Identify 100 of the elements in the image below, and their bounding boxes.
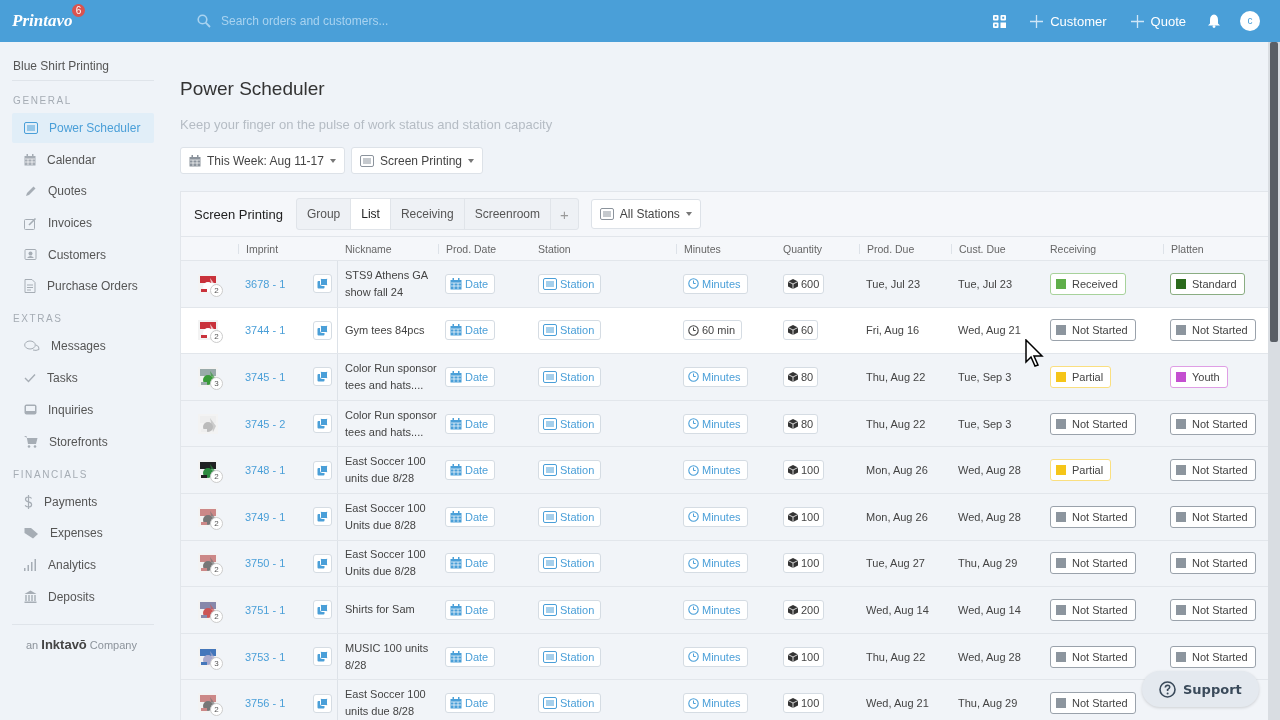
box-icon	[788, 278, 798, 289]
platten-status-button[interactable]: Not Started	[1170, 505, 1256, 528]
quantity-button[interactable]: 100	[783, 553, 825, 574]
bank-icon	[24, 590, 37, 604]
platten-status-button[interactable]: Not Started	[1170, 412, 1256, 435]
platten-status-button[interactable]: Not Started	[1170, 598, 1256, 621]
sidebar-item[interactable]: Payments	[12, 486, 154, 517]
copy-button[interactable]	[313, 647, 332, 667]
calendar-icon	[450, 417, 462, 430]
filter-dropdown[interactable]: Screen Printing	[350, 147, 483, 174]
nickname-text: Shirts for Sam	[345, 602, 416, 618]
table-row[interactable]: 2 3749 - 1 East Soccer 100 Units due 8/28 Date Station Minutes 100 Mon, Aug 26 Wed, Aug 28 Not Started Not Started	[181, 493, 1268, 541]
production-due-date: Thu, Aug 22	[866, 417, 926, 430]
quantity-button[interactable]: 60	[783, 320, 819, 341]
table-row[interactable]: 2 3748 - 1 East Soccer 100 units due 8/28 Date Station Minutes 100 Mon, Aug 26 Wed, Aug 28 Partial Not Started	[181, 447, 1268, 494]
nickname-text: Color Run sponsor tees and hats....	[345, 361, 437, 393]
list-icon	[543, 603, 557, 616]
list-icon	[543, 697, 557, 710]
column-header: Cust. Due	[951, 243, 1043, 254]
search-field[interactable]: Search orders and customers...	[219, 13, 523, 29]
bell-icon[interactable]	[1208, 14, 1220, 28]
production-due-date: Mon, Aug 26	[866, 510, 928, 523]
production-due-date: Wed, Aug 21	[866, 697, 929, 710]
copy-icon	[317, 651, 328, 663]
table-row[interactable]: 2 3751 - 1 Shirts for Sam Date Station Minutes 200 Wed, Aug 14 Wed, Aug 14 Not Started Not Started	[181, 587, 1268, 634]
quantity-button[interactable]: 80	[783, 413, 819, 434]
section-heading: FINANCIALS	[13, 468, 89, 480]
quantity-button[interactable]: 80	[783, 367, 819, 387]
sidebar-item[interactable]: Expenses	[12, 518, 154, 549]
table-row[interactable]: 3 3753 - 1 MUSIC 100 units 8/28 Date Station Minutes 100 Thu, Aug 22 Wed, Aug 28 Not Started Not Started	[181, 633, 1268, 681]
sidebar-item[interactable]: Inquiries	[12, 394, 154, 425]
copy-button[interactable]	[313, 553, 332, 573]
support-button[interactable]: Support	[1142, 671, 1259, 707]
platten-status-button[interactable]: Not Started	[1170, 645, 1256, 668]
production-due-date: Wed, Aug 14	[866, 603, 929, 616]
cart-icon	[24, 435, 38, 448]
view-tab[interactable]: Screenroom	[464, 199, 551, 229]
sidebar-item[interactable]: Storefronts	[12, 426, 154, 457]
sidebar-item[interactable]: Customers	[12, 239, 154, 270]
receiving-status-button[interactable]: Not Started	[1050, 412, 1136, 435]
table-row[interactable]: 2 3750 - 1 East Soccer 100 Units due 8/28 Date Station Minutes 100 Tue, Aug 27 Thu, Aug 29 Not Started Not Started	[181, 540, 1268, 588]
company-tagline: an Inktavō Company	[12, 623, 154, 652]
copy-button[interactable]	[313, 367, 332, 387]
nickname-text: Color Run sponsor tees and hats....	[345, 407, 437, 440]
receiving-status-button[interactable]: Not Started	[1050, 692, 1136, 715]
sidebar-item[interactable]: Deposits	[12, 581, 154, 612]
sidebar-item[interactable]: Tasks	[12, 363, 154, 394]
quantity-button[interactable]: 600	[783, 273, 825, 294]
nickname-text: East Soccer 100 Units due 8/28	[345, 547, 427, 580]
pencil-icon	[24, 184, 37, 198]
receiving-status-button[interactable]: Not Started	[1050, 598, 1136, 621]
copy-button[interactable]	[313, 693, 332, 713]
nickname-text: MUSIC 100 units 8/28	[345, 640, 430, 673]
platten-status-button[interactable]: Not Started	[1170, 552, 1256, 575]
quantity-button[interactable]: 200	[783, 599, 825, 620]
copy-button[interactable]	[313, 320, 332, 340]
page-title: Power Scheduler	[180, 78, 326, 100]
production-due-date: Fri, Aug 16	[866, 324, 920, 337]
customer-due-date: Thu, Aug 29	[958, 557, 1018, 570]
sidebar-item[interactable]: Purchase Orders	[12, 271, 154, 302]
view-tab[interactable]: List	[351, 199, 391, 229]
copy-button[interactable]	[313, 507, 332, 527]
copy-button[interactable]	[313, 600, 332, 620]
sidebar-item[interactable]: Quotes	[12, 176, 154, 207]
sidebar-item[interactable]: Analytics	[12, 549, 154, 580]
sidebar-item[interactable]: Calendar	[12, 144, 154, 175]
quantity-button[interactable]: 100	[783, 506, 825, 527]
document-icon	[24, 279, 36, 294]
receiving-status-button[interactable]: Not Started	[1050, 552, 1136, 575]
platten-status-button[interactable]: Standard	[1170, 272, 1245, 295]
filter-dropdown[interactable]: This Week: Aug 11-17	[180, 147, 345, 174]
quantity-button[interactable]: 100	[783, 646, 825, 667]
minutes-button[interactable]: 60 min	[683, 320, 743, 341]
copy-button[interactable]	[313, 460, 332, 480]
table-row[interactable]: 3 3745 - 1 Color Run sponsor tees and hats.... Date Station Minutes 80 Thu, Aug 22 Tue, Sep 3 Partial Youth	[181, 354, 1268, 401]
receiving-status-button[interactable]: Partial	[1050, 366, 1112, 388]
qr-code-icon[interactable]	[993, 14, 1007, 28]
stations-dropdown[interactable]: All Stations	[590, 199, 701, 229]
copy-button[interactable]	[313, 274, 332, 294]
company-name: Blue Shirt Printing	[12, 58, 154, 81]
table-row[interactable]: 2 3678 - 1 STS9 Athens GA show fall 24 Date Station Minutes 600 Tue, Jul 23 Tue, Jul 23 Received Standard	[181, 261, 1268, 308]
receiving-status-button[interactable]: Not Started	[1050, 319, 1136, 342]
scrollbar[interactable]	[1268, 42, 1280, 720]
platten-status-button[interactable]: Not Started	[1170, 459, 1256, 482]
quantity-button[interactable]: 100	[783, 460, 825, 481]
customer-due-date: Thu, Aug 29	[958, 697, 1018, 710]
table-row[interactable]: 2 3744 - 1 Gym tees 84pcs Date Station 60 min 60 Fri, Aug 16 Wed, Aug 21 Not Started Not Started	[181, 307, 1268, 355]
platten-status-button[interactable]: Not Started	[1170, 319, 1256, 342]
table-row[interactable]: 3745 - 2 Color Run sponsor tees and hats.... Date Station Minutes 80 Thu, Aug 22 Tue, Sep 3 Not Started Not Started	[181, 400, 1268, 448]
platten-status-button[interactable]: Youth	[1170, 366, 1228, 388]
receiving-status-button[interactable]: Received	[1050, 272, 1126, 295]
copy-button[interactable]	[313, 414, 332, 434]
receiving-status-button[interactable]: Not Started	[1050, 645, 1136, 668]
receiving-status-button[interactable]: Partial	[1050, 459, 1112, 482]
view-tab[interactable]: Receiving	[390, 199, 465, 229]
sidebar-item[interactable]: Messages	[12, 331, 154, 362]
receiving-status-button[interactable]: Not Started	[1050, 505, 1136, 528]
sidebar-item[interactable]: Invoices	[12, 208, 154, 239]
quantity-button[interactable]: 100	[783, 693, 825, 714]
calendar-icon	[24, 153, 36, 166]
